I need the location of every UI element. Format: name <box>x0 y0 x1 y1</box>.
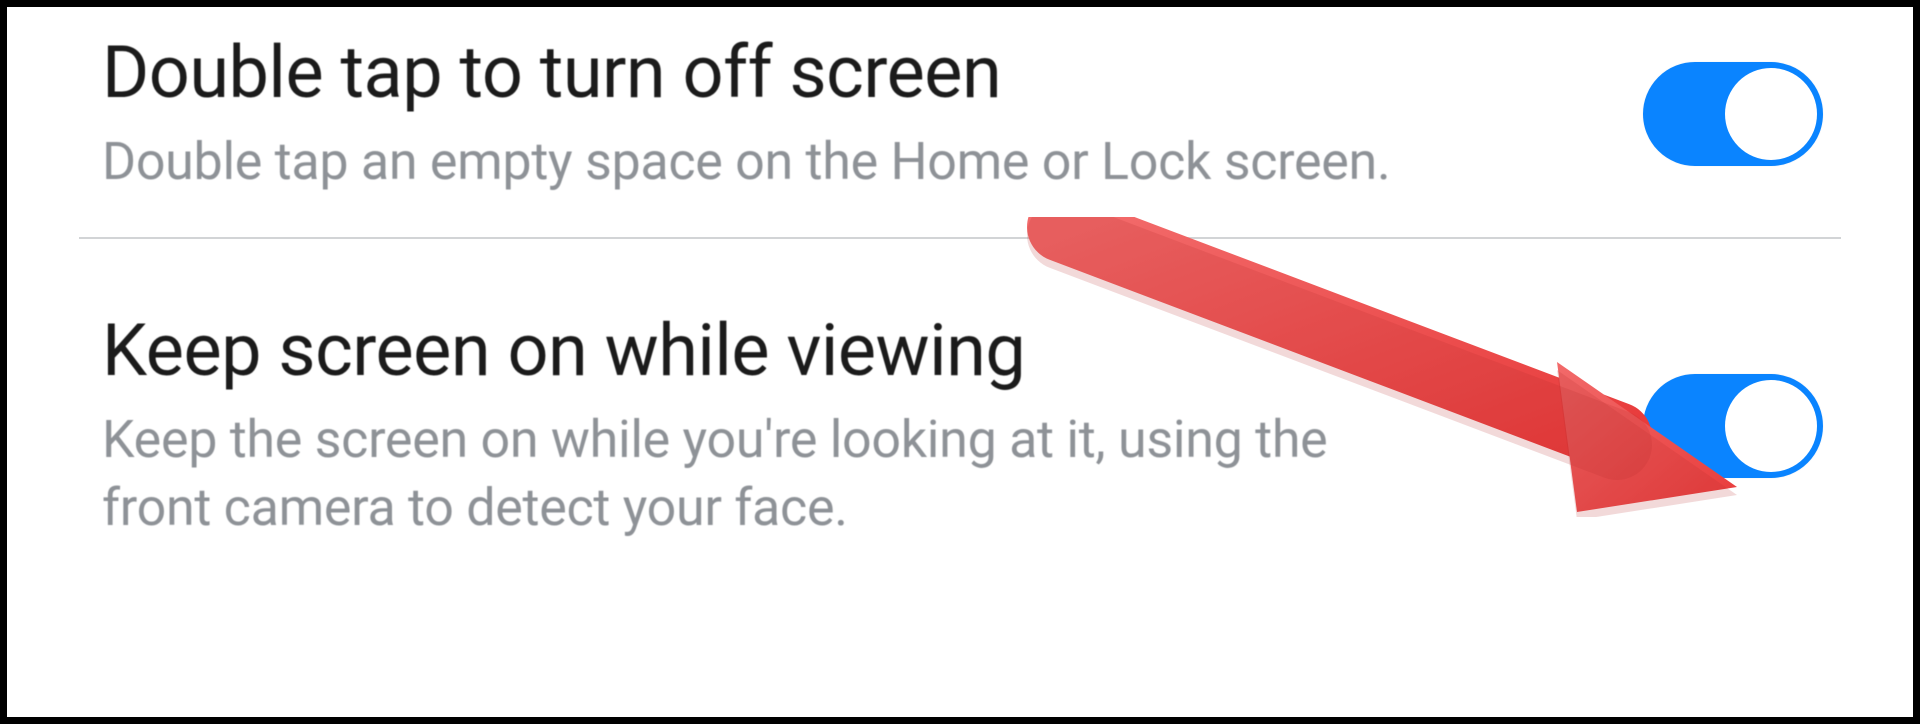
settings-panel: Double tap to turn off screen Double tap… <box>0 0 1920 724</box>
setting-text: Double tap to turn off screen Double tap… <box>102 31 1643 197</box>
setting-title: Keep screen on while viewing <box>102 309 1603 394</box>
setting-text: Keep screen on while viewing Keep the sc… <box>102 309 1643 543</box>
setting-row-keep-screen-on[interactable]: Keep screen on while viewing Keep the sc… <box>7 239 1913 563</box>
keep-screen-on-toggle[interactable] <box>1643 374 1823 478</box>
setting-title: Double tap to turn off screen <box>102 31 1603 116</box>
setting-description: Keep the screen on while you're looking … <box>102 406 1422 543</box>
setting-row-double-tap[interactable]: Double tap to turn off screen Double tap… <box>7 7 1913 237</box>
toggle-knob <box>1725 68 1817 160</box>
double-tap-off-toggle[interactable] <box>1643 62 1823 166</box>
toggle-knob <box>1725 380 1817 472</box>
setting-description: Double tap an empty space on the Home or… <box>102 128 1422 197</box>
